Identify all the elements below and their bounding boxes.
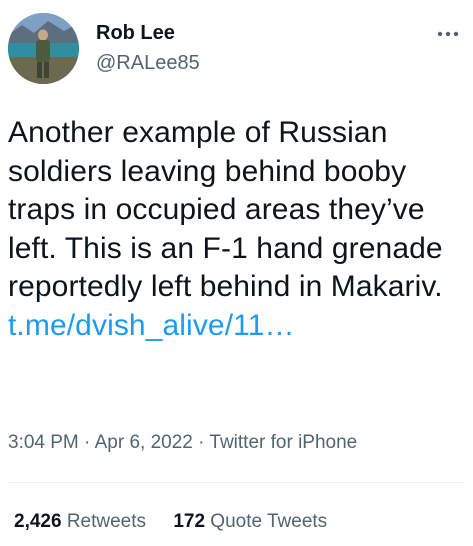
tweet-time[interactable]: 3:04 PM — [8, 432, 79, 453]
retweets-stat[interactable]: 2,426 Retweets — [14, 510, 146, 534]
tweet-card: Rob Lee @RALee85 Another example of Russ… — [0, 0, 473, 546]
display-name[interactable]: Rob Lee — [96, 20, 200, 46]
tweet-text: Another example of Russian soldiers leav… — [8, 116, 443, 303]
quote-tweets-stat[interactable]: 172 Quote Tweets — [173, 510, 327, 534]
tweet-source[interactable]: Twitter for iPhone — [209, 432, 357, 453]
tweet-meta: 3:04 PM · Apr 6, 2022 · Twitter for iPho… — [8, 431, 357, 455]
divider — [8, 482, 465, 483]
meta-separator: · — [198, 432, 205, 453]
more-dots-icon — [437, 31, 459, 37]
meta-separator: · — [84, 432, 91, 453]
user-block: Rob Lee @RALee85 — [96, 20, 200, 76]
user-handle: @RALee85 — [96, 52, 200, 74]
tweet-body: Another example of Russian soldiers leav… — [8, 114, 463, 345]
retweets-count: 2,426 — [14, 511, 62, 532]
quote-tweets-label: Quote Tweets — [210, 511, 328, 532]
retweets-label: Retweets — [66, 511, 147, 532]
avatar-photo — [8, 13, 79, 84]
tweet-date[interactable]: Apr 6, 2022 — [95, 432, 193, 453]
avatar[interactable] — [8, 13, 79, 84]
quote-tweets-count: 172 — [173, 511, 206, 532]
tweet-stats: 2,426 Retweets 172 Quote Tweets — [14, 510, 349, 534]
tweet-link[interactable]: t.me/dvish_alive/11… — [8, 307, 463, 346]
more-options-button[interactable] — [433, 22, 463, 46]
